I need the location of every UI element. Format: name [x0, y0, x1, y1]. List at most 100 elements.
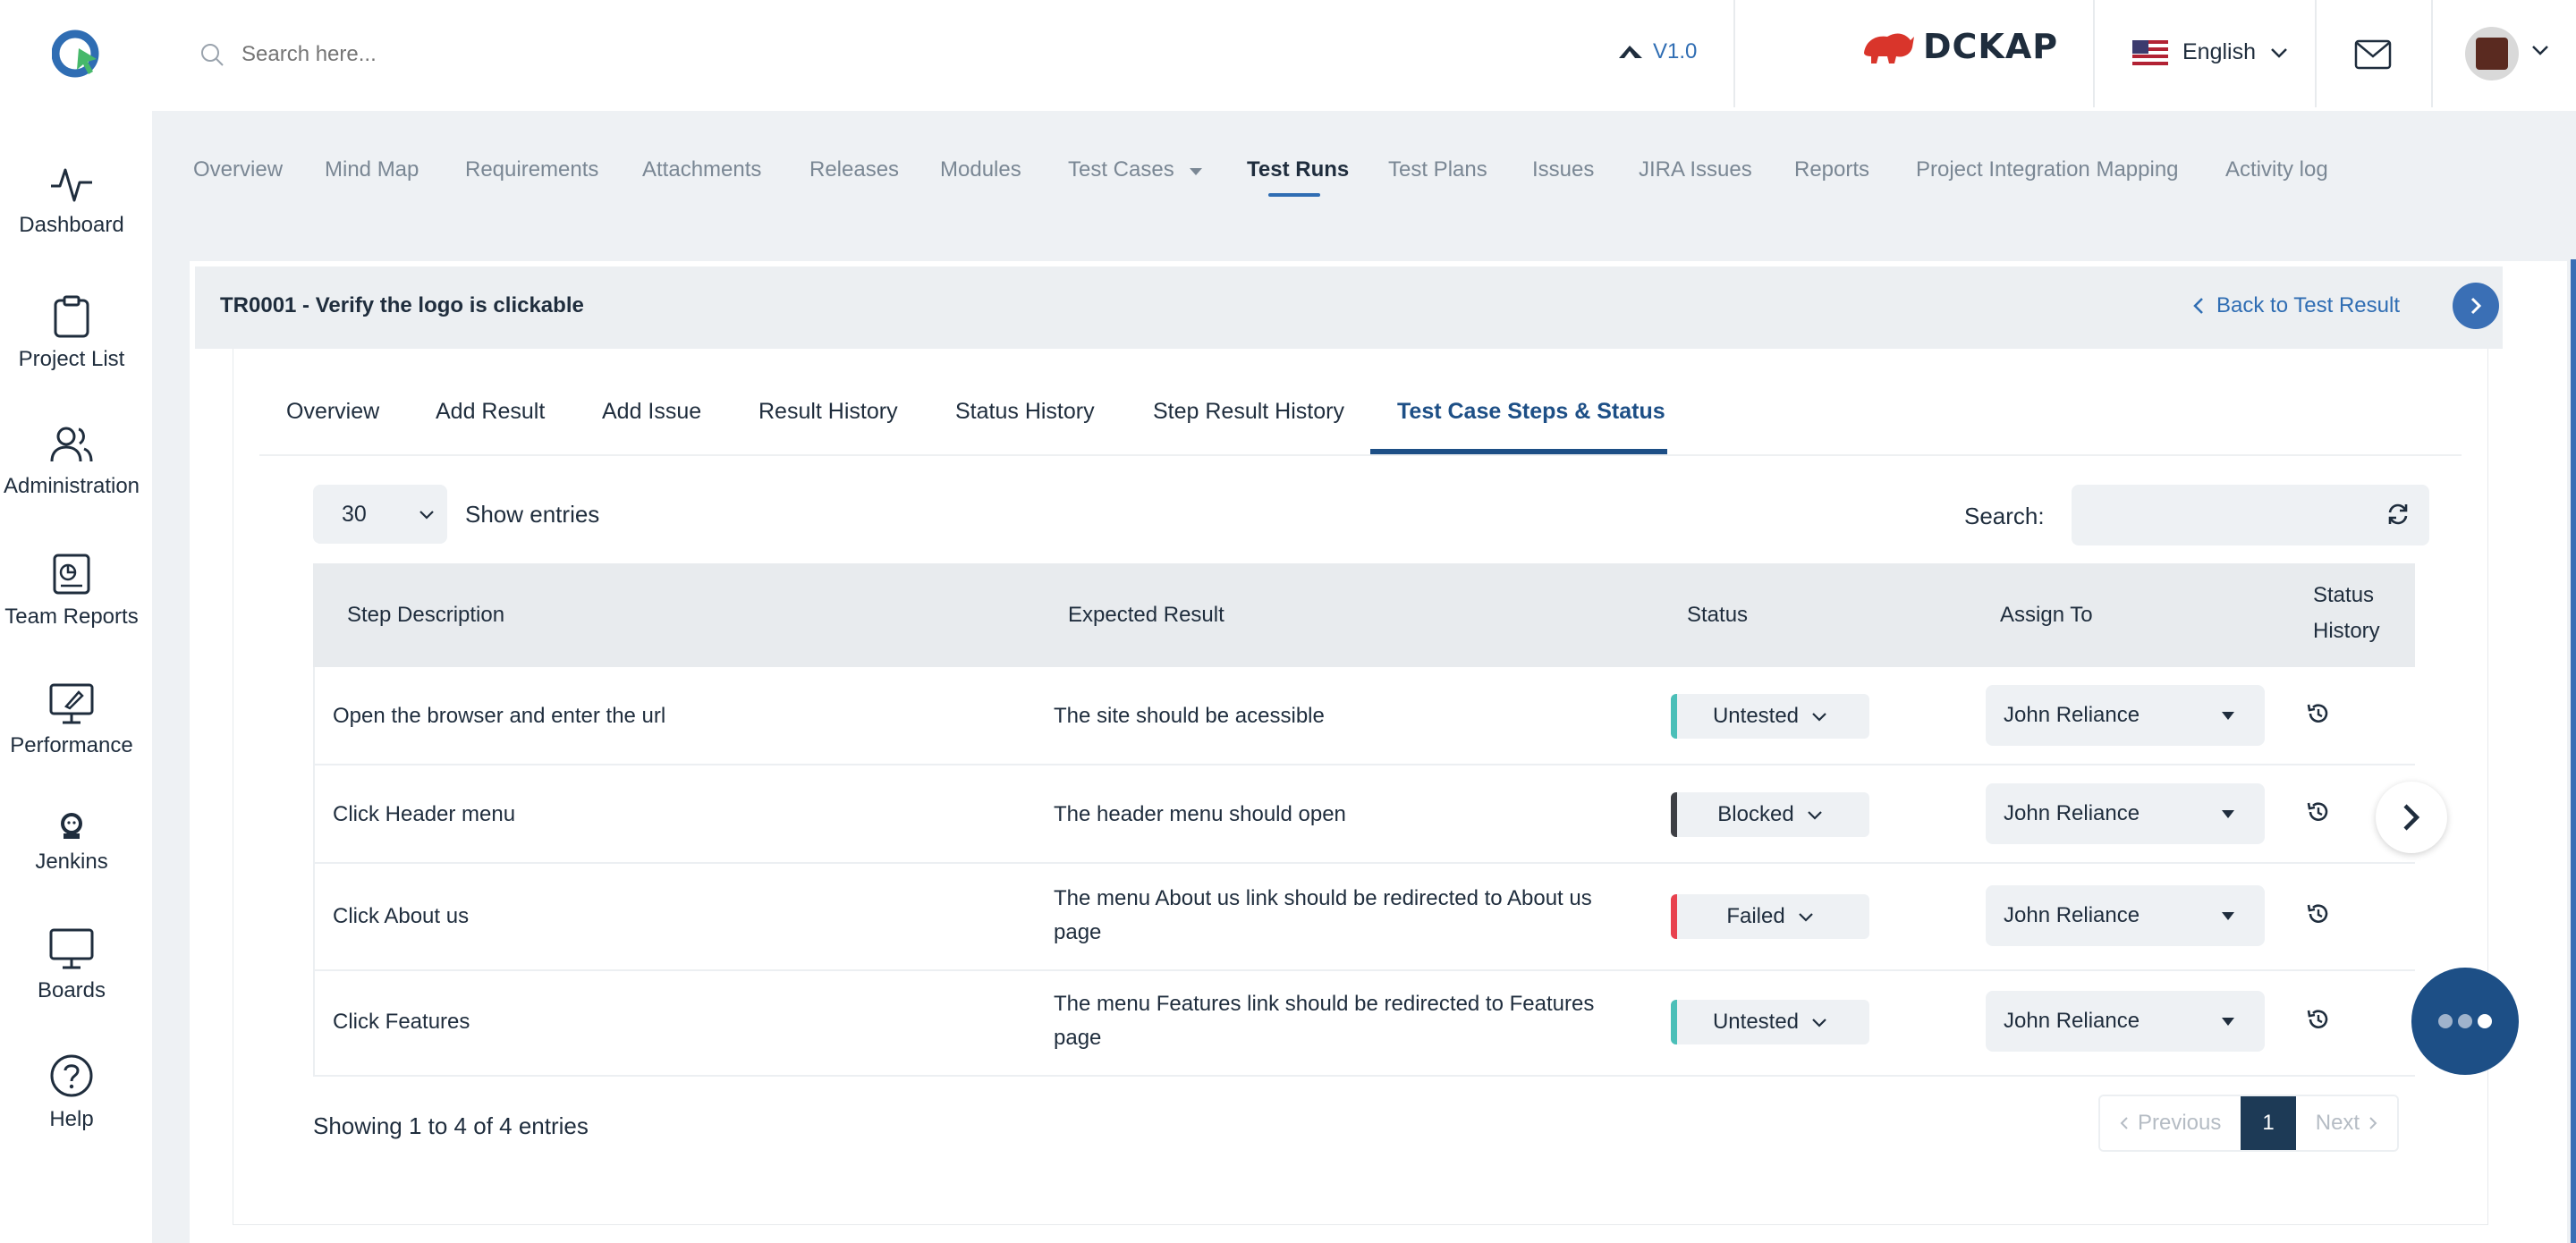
global-search[interactable] — [199, 32, 825, 77]
history-icon[interactable] — [2306, 701, 2331, 726]
tab-step-result-history[interactable]: Step Result History — [1153, 399, 1344, 425]
back-to-test-result-link[interactable]: Back to Test Result — [2193, 293, 2400, 318]
next-label: Next — [2315, 1111, 2360, 1135]
board-icon — [49, 928, 94, 969]
tab-add-issue[interactable]: Add Issue — [602, 399, 701, 425]
language-selector[interactable]: English — [2132, 39, 2288, 65]
entries-select[interactable]: 30 — [313, 485, 447, 544]
version-badge[interactable]: V1.0 — [1617, 39, 1697, 64]
nav-project-integration-mapping[interactable]: Project Integration Mapping — [1916, 157, 2179, 182]
page-scrollbar[interactable] — [2571, 259, 2576, 1243]
next-test-run-button[interactable] — [2453, 283, 2499, 329]
nav-overview[interactable]: Overview — [193, 157, 283, 182]
expected-result: The menu About us link should be redirec… — [1054, 886, 1592, 910]
sidebar-item-team-reports[interactable]: Team Reports — [0, 553, 143, 630]
nav-requirements[interactable]: Requirements — [465, 157, 598, 182]
col-expected-result[interactable]: Expected Result — [1068, 603, 1224, 628]
next-page-button[interactable]: Next — [2295, 1096, 2398, 1150]
status-color-bar — [1671, 894, 1677, 939]
page-title: TR0001 - Verify the logo is clickable — [220, 293, 584, 317]
status-dropdown[interactable]: Failed — [1671, 894, 1869, 939]
col-assign-to[interactable]: Assign To — [2000, 603, 2093, 628]
refresh-icon[interactable] — [2386, 503, 2410, 526]
history-icon[interactable] — [2306, 799, 2331, 824]
table-header: Step Description Expected Result Status … — [313, 563, 2415, 667]
chevron-left-icon — [2193, 298, 2203, 314]
step-description: Click Header menu — [333, 802, 516, 826]
nav-attachments[interactable]: Attachments — [642, 157, 761, 182]
jenkins-icon — [61, 813, 82, 839]
col-status-history-line1: Status — [2313, 583, 2375, 607]
sidebar-item-performance[interactable]: Performance — [0, 681, 143, 758]
version-icon — [1619, 46, 1642, 58]
expected-result: The menu Features link should be redirec… — [1054, 992, 1595, 1016]
avatar[interactable] — [2465, 27, 2519, 80]
tab-status-history[interactable]: Status History — [955, 399, 1095, 425]
assignee-name: John Reliance — [2004, 703, 2140, 727]
chevron-down-icon — [1798, 912, 1813, 922]
nav-jira-issues[interactable]: JIRA Issues — [1639, 157, 1752, 182]
chevron-down-icon — [1807, 810, 1822, 820]
col-status[interactable]: Status — [1687, 603, 1748, 628]
rhino-icon — [1864, 33, 1914, 63]
sidebar-item-label: Dashboard — [19, 213, 124, 237]
assignee-name: John Reliance — [2004, 1009, 2140, 1033]
assign-to-select[interactable]: John Reliance — [1986, 685, 2265, 746]
chevron-down-icon — [1812, 712, 1826, 722]
version-label: V1.0 — [1653, 39, 1698, 63]
status-dropdown[interactable]: Untested — [1671, 694, 1869, 739]
col-step-description[interactable]: Step Description — [347, 603, 504, 628]
previous-page-button[interactable]: Previous — [2100, 1096, 2241, 1150]
chevron-right-icon — [2403, 804, 2420, 831]
tab-result-history[interactable]: Result History — [758, 399, 898, 425]
sidebar-item-dashboard[interactable]: Dashboard — [0, 165, 143, 238]
tab-add-result[interactable]: Add Result — [436, 399, 545, 425]
active-tab-underline — [1370, 449, 1667, 454]
mail-icon[interactable] — [2354, 39, 2392, 70]
nav-test-runs[interactable]: Test Runs — [1247, 157, 1349, 182]
scroll-right-button[interactable] — [2376, 782, 2447, 853]
sidebar-item-administration[interactable]: Administration — [0, 424, 143, 499]
history-icon[interactable] — [2306, 901, 2331, 926]
sidebar-item-boards[interactable]: Boards — [0, 926, 143, 1003]
nav-releases[interactable]: Releases — [809, 157, 899, 182]
brand-logo: DCKAP — [1860, 27, 2058, 66]
assign-to-select[interactable]: John Reliance — [1986, 783, 2265, 844]
assignee-name: John Reliance — [2004, 801, 2140, 825]
dot-icon — [2478, 1014, 2492, 1028]
nav-modules[interactable]: Modules — [940, 157, 1021, 182]
step-description: Click About us — [333, 904, 470, 928]
nav-test-cases[interactable]: Test Cases — [1068, 157, 1203, 182]
sidebar-item-label: Performance — [10, 733, 133, 757]
chevron-down-icon[interactable] — [2531, 45, 2549, 55]
sidebar-item-project-list[interactable]: Project List — [0, 295, 143, 372]
nav-mind-map[interactable]: Mind Map — [325, 157, 419, 182]
chevron-right-icon — [2470, 297, 2482, 315]
assign-to-select[interactable]: John Reliance — [1986, 885, 2265, 946]
sidebar-item-help[interactable]: Help — [0, 1053, 143, 1132]
tab-overview[interactable]: Overview — [286, 399, 379, 425]
nav-reports[interactable]: Reports — [1794, 157, 1869, 182]
nav-test-plans[interactable]: Test Plans — [1388, 157, 1487, 182]
nav-issues[interactable]: Issues — [1532, 157, 1594, 182]
search-input[interactable] — [242, 42, 778, 67]
table-search-input[interactable] — [2072, 485, 2429, 545]
table-row: Click Header menu The header menu should… — [313, 765, 2415, 864]
status-dropdown[interactable]: Blocked — [1671, 792, 1869, 837]
assign-to-select[interactable]: John Reliance — [1986, 991, 2265, 1052]
test-run-header: TR0001 - Verify the logo is clickable Ba… — [195, 266, 2503, 349]
status-dropdown[interactable]: Untested — [1671, 1000, 1869, 1044]
help-icon — [50, 1054, 93, 1097]
entries-value: 30 — [342, 501, 367, 527]
page-1-button[interactable]: 1 — [2241, 1096, 2296, 1150]
app-logo[interactable] — [52, 29, 102, 79]
sidebar-item-jenkins[interactable]: Jenkins — [0, 810, 143, 875]
chat-fab-button[interactable] — [2411, 968, 2519, 1075]
brand-name: DCKAP — [1923, 27, 2059, 66]
nav-activity-log[interactable]: Activity log — [2225, 157, 2328, 182]
step-description: Open the browser and enter the url — [333, 704, 666, 728]
history-icon[interactable] — [2306, 1007, 2331, 1032]
divider — [1733, 0, 1735, 107]
tab-test-case-steps-status[interactable]: Test Case Steps & Status — [1397, 399, 1665, 425]
dot-icon — [2438, 1014, 2453, 1028]
